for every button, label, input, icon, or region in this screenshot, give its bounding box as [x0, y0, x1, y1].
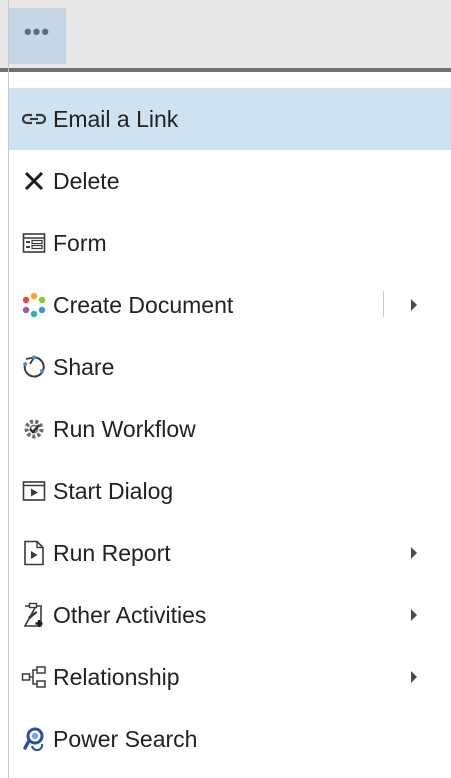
link-icon: [21, 106, 47, 132]
menu-item-email-a-link[interactable]: Email a Link: [9, 88, 451, 150]
menu-item-label: Start Dialog: [53, 477, 174, 504]
ellipsis-icon: •••: [23, 19, 51, 44]
menu-item-run-workflow[interactable]: Run Workflow: [9, 398, 451, 460]
workflow-icon: [21, 416, 47, 442]
submenu-arrow-icon: [411, 671, 417, 683]
menu-item-power-search[interactable]: Power Search: [9, 708, 451, 770]
menu-item-label: Email a Link: [53, 105, 179, 132]
more-commands-button[interactable]: •••: [8, 8, 66, 64]
menu-item-delete[interactable]: Delete: [9, 150, 451, 212]
create-document-icon: [21, 292, 47, 318]
menu-item-label: Power Search: [53, 725, 198, 752]
menu-item-start-dialog[interactable]: Start Dialog: [9, 460, 451, 522]
menu-item-label: Form: [53, 229, 107, 256]
menu-item-label: Other Activities: [53, 601, 207, 628]
start-dialog-icon: [21, 478, 47, 504]
menu-item-label: Share: [53, 353, 115, 380]
menu-item-run-report[interactable]: Run Report: [9, 522, 451, 584]
menu-item-label: Run Workflow: [53, 415, 196, 442]
menu-item-label: Create Document: [53, 291, 234, 318]
delete-x-icon: [21, 168, 47, 194]
menu-item-label: Delete: [53, 167, 120, 194]
menu-item-relationship[interactable]: Relationship: [9, 646, 451, 708]
split-button-separator: [383, 291, 384, 317]
menu-item-share[interactable]: Share: [9, 336, 451, 398]
share-icon: [21, 354, 47, 380]
submenu-arrow-icon: [411, 547, 417, 559]
overflow-menu-panel: ••• Email a Link Delete Form Create Docu…: [0, 0, 451, 778]
submenu-arrow-icon[interactable]: [411, 299, 417, 311]
menu-item-form[interactable]: Form: [9, 212, 451, 274]
overflow-menu: Email a Link Delete Form Create Document…: [9, 88, 451, 770]
menu-item-other-activities[interactable]: Other Activities: [9, 584, 451, 646]
command-bar: •••: [0, 0, 451, 72]
form-icon: [21, 230, 47, 256]
menu-item-create-document[interactable]: Create Document: [9, 274, 451, 336]
report-icon: [21, 540, 47, 566]
submenu-arrow-icon: [411, 609, 417, 621]
relationship-icon: [21, 664, 47, 690]
menu-item-label: Run Report: [53, 539, 171, 566]
activities-icon: [21, 602, 47, 628]
menu-item-label: Relationship: [53, 663, 180, 690]
power-search-icon: [21, 726, 47, 752]
